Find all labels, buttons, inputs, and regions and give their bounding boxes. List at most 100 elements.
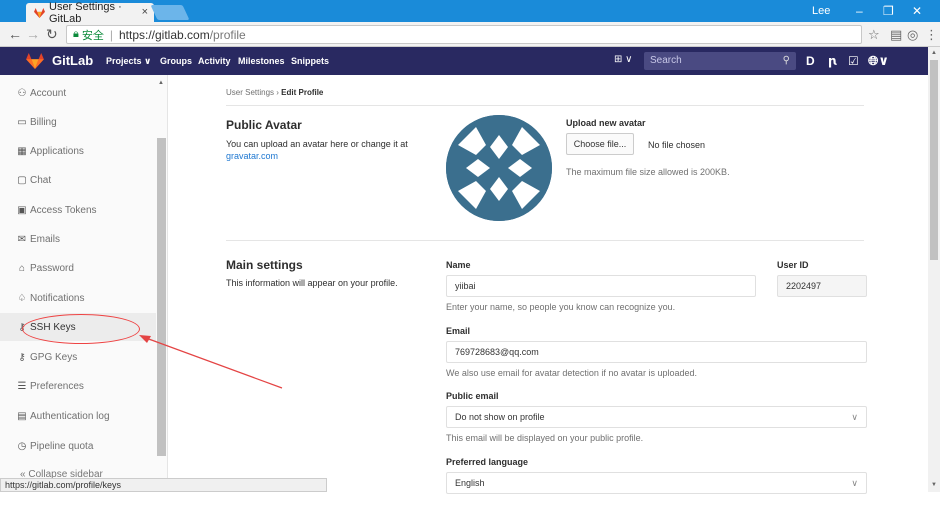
sidebar-item-billing[interactable]: ▭ Billing	[0, 108, 156, 136]
sidebar-item-pipeline-quota[interactable]: ◷ Pipeline quota	[0, 432, 156, 460]
user-avatar-menu-icon[interactable]: 🌐︎∨	[868, 53, 889, 69]
sidebar-item-preferences[interactable]: ☰ Preferences	[0, 372, 156, 400]
address-bar[interactable]: 🔒︎ 安全 | https://gitlab.com/profile	[66, 25, 862, 44]
sidebar-item-label: Notifications	[30, 292, 85, 304]
sidebar-item-label: Pipeline quota	[30, 440, 94, 452]
email-help: We also use email for avatar detection i…	[446, 368, 697, 378]
breadcrumb-parent[interactable]: User Settings	[226, 88, 274, 97]
public-email-select[interactable]: Do not show on profile ∨	[446, 406, 867, 428]
choose-file-button[interactable]: Choose file...	[566, 133, 634, 155]
browser-user-name[interactable]: Lee	[812, 5, 830, 17]
key-icon: ⚷	[18, 351, 26, 363]
divider	[226, 240, 864, 241]
sidebar-scrollbar[interactable]	[157, 138, 166, 456]
billing-icon: ▭	[17, 116, 27, 128]
name-help: Enter your name, so people you know can …	[446, 302, 676, 312]
upload-avatar-title: Upload new avatar	[566, 118, 646, 128]
chevron-down-icon: ∨	[851, 478, 858, 488]
public-email-value: Do not show on profile	[455, 412, 545, 422]
url-host: https://gitlab.com	[118, 27, 210, 42]
sidebar-item-label: Authentication log	[30, 410, 110, 422]
window-close-icon[interactable]: ✕	[912, 4, 922, 18]
chat-icon: ▢	[17, 174, 27, 186]
breadcrumb-current: Edit Profile	[281, 88, 324, 97]
extension-icon[interactable]: ▤	[890, 27, 902, 43]
nav-snippets[interactable]: Snippets	[291, 56, 329, 66]
nav-milestones[interactable]: Milestones	[238, 56, 285, 66]
gitlab-brand[interactable]: GitLab	[52, 53, 93, 68]
sidebar-item-label: GPG Keys	[30, 351, 78, 363]
forward-icon[interactable]: →	[26, 26, 40, 42]
avatar	[446, 115, 552, 221]
applications-icon: ▦	[17, 145, 27, 157]
public-email-help: This email will be displayed on your pub…	[446, 433, 644, 443]
public-avatar-title: Public Avatar	[226, 118, 302, 132]
sidebar-item-label: Emails	[30, 233, 61, 245]
url-path: /profile	[209, 27, 246, 42]
back-icon[interactable]: ←	[8, 26, 22, 42]
minimize-icon[interactable]: –	[856, 4, 863, 18]
main-settings-title: Main settings	[226, 258, 303, 272]
search-placeholder: Search	[650, 55, 682, 66]
nav-groups[interactable]: Groups	[160, 56, 192, 66]
bookmark-star-icon[interactable]: ☆	[868, 27, 880, 43]
language-label: Preferred language	[446, 457, 529, 467]
browser-tab-strip: User Settings · GitLab × Lee – ❐ ✕	[0, 0, 940, 25]
lock-icon: ⌂	[18, 262, 26, 274]
name-field[interactable]: yiibai	[446, 275, 756, 297]
search-input[interactable]: Search ⚲	[644, 52, 796, 70]
sidebar-item-notifications[interactable]: ♤ Notifications	[0, 284, 156, 312]
merge-requests-icon[interactable]: ꞃ	[828, 54, 837, 68]
user-id-field: 2202497	[777, 275, 867, 297]
nav-projects[interactable]: Projects ∨	[106, 56, 151, 67]
language-value: English	[455, 478, 485, 488]
gitlab-logo-icon[interactable]	[26, 53, 44, 69]
sidebar-item-authentication-log[interactable]: ▤ Authentication log	[0, 402, 156, 430]
issues-icon[interactable]: D	[806, 54, 815, 68]
sidebar-item-account[interactable]: ⚇ Account	[0, 79, 156, 107]
extension-shield-icon[interactable]: ◎	[907, 27, 918, 43]
sidebar-item-label: Account	[30, 87, 67, 99]
sidebar-item-chat[interactable]: ▢ Chat	[0, 166, 156, 194]
gravatar-link[interactable]: gravatar.com	[226, 151, 278, 161]
divider	[226, 105, 864, 106]
scroll-down-icon[interactable]: ▼	[931, 482, 937, 488]
nav-activity[interactable]: Activity	[198, 56, 231, 66]
maximize-icon[interactable]: ❐	[883, 4, 894, 18]
browser-menu-icon[interactable]: ⋮	[925, 27, 938, 43]
sidebar-item-access-tokens[interactable]: ▣ Access Tokens	[0, 196, 156, 224]
new-item-plus-icon[interactable]: ⊞ ∨	[614, 54, 638, 68]
todos-icon[interactable]: ☑	[848, 54, 859, 68]
email-icon: ✉	[17, 233, 27, 245]
user-id-label: User ID	[777, 260, 809, 270]
token-icon: ▣	[17, 204, 27, 216]
lock-icon: 🔒︎	[73, 28, 79, 40]
language-select[interactable]: English ∨	[446, 472, 867, 494]
tab-title: User Settings · GitLab	[49, 0, 122, 25]
public-email-label: Public email	[446, 391, 499, 401]
sidebar-item-password[interactable]: ⌂ Password	[0, 254, 156, 282]
name-label: Name	[446, 260, 471, 270]
url-separator: |	[109, 27, 113, 42]
sidebar-item-gpg-keys[interactable]: ⚷ GPG Keys	[0, 343, 156, 371]
bell-icon: ♤	[17, 292, 27, 304]
max-file-size-note: The maximum file size allowed is 200KB.	[566, 167, 730, 177]
sidebar-item-label: Chat	[30, 174, 52, 186]
browser-tab[interactable]: User Settings · GitLab ×	[26, 0, 154, 25]
sidebar-item-applications[interactable]: ▦ Applications	[0, 137, 156, 165]
main-settings-desc: This information will appear on your pro…	[226, 278, 398, 288]
sidebar-item-emails[interactable]: ✉ Emails	[0, 225, 156, 253]
reload-icon[interactable]: ↻	[46, 26, 58, 43]
email-label: Email	[446, 326, 471, 336]
tab-close-icon[interactable]: ×	[142, 6, 148, 18]
scroll-up-icon[interactable]: ▲	[931, 50, 937, 56]
page-scrollbar-thumb[interactable]	[930, 60, 938, 260]
new-tab-button[interactable]	[150, 5, 190, 20]
sidebar-scroll-up-icon[interactable]: ▲	[158, 80, 164, 86]
email-field[interactable]: 769728683@qq.com	[446, 341, 867, 363]
sidebar-item-label: Preferences	[30, 380, 84, 392]
breadcrumb: User Settings › Edit Profile	[226, 88, 323, 97]
no-file-chosen: No file chosen	[648, 140, 706, 150]
sidebar-item-label: Applications	[30, 145, 84, 157]
sliders-icon: ☰	[17, 380, 27, 392]
